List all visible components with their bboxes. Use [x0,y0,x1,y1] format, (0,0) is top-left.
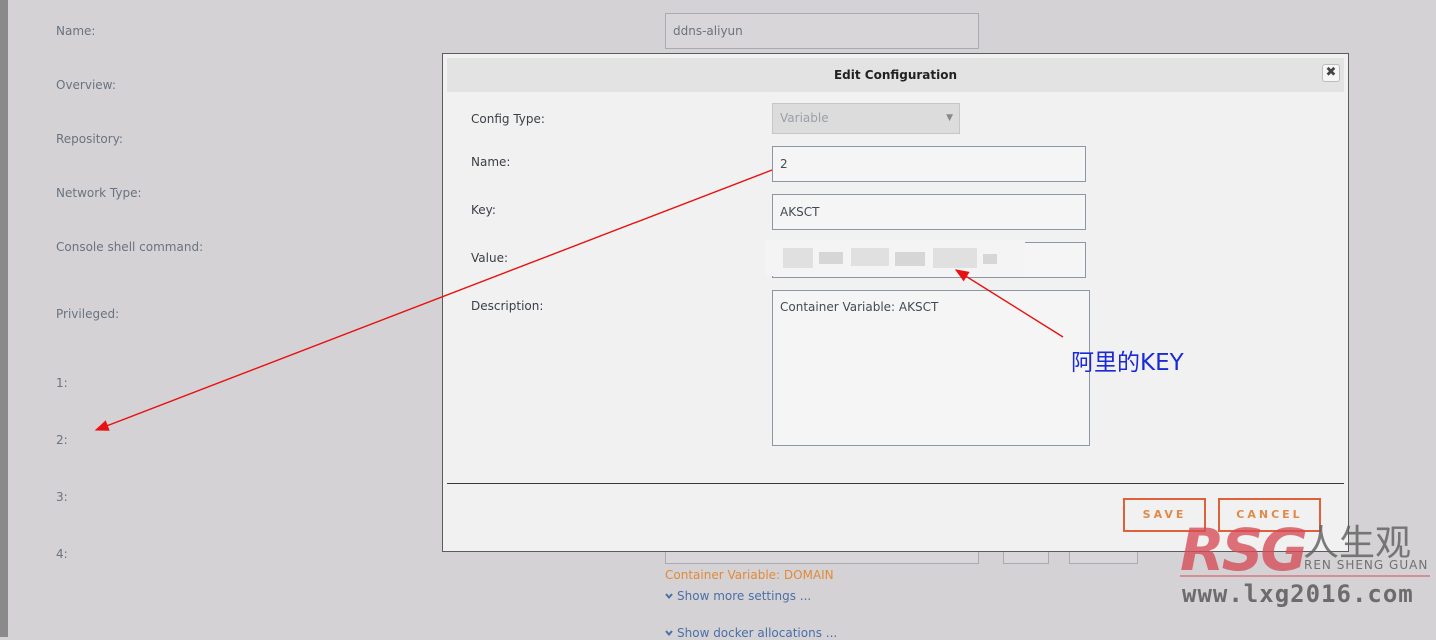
arrow-key-to-value [954,269,1064,338]
annotation-label: 阿里的KEY [1071,350,1184,376]
annotation-arrows [94,169,1064,431]
arrow-name-to-2 [94,169,773,431]
